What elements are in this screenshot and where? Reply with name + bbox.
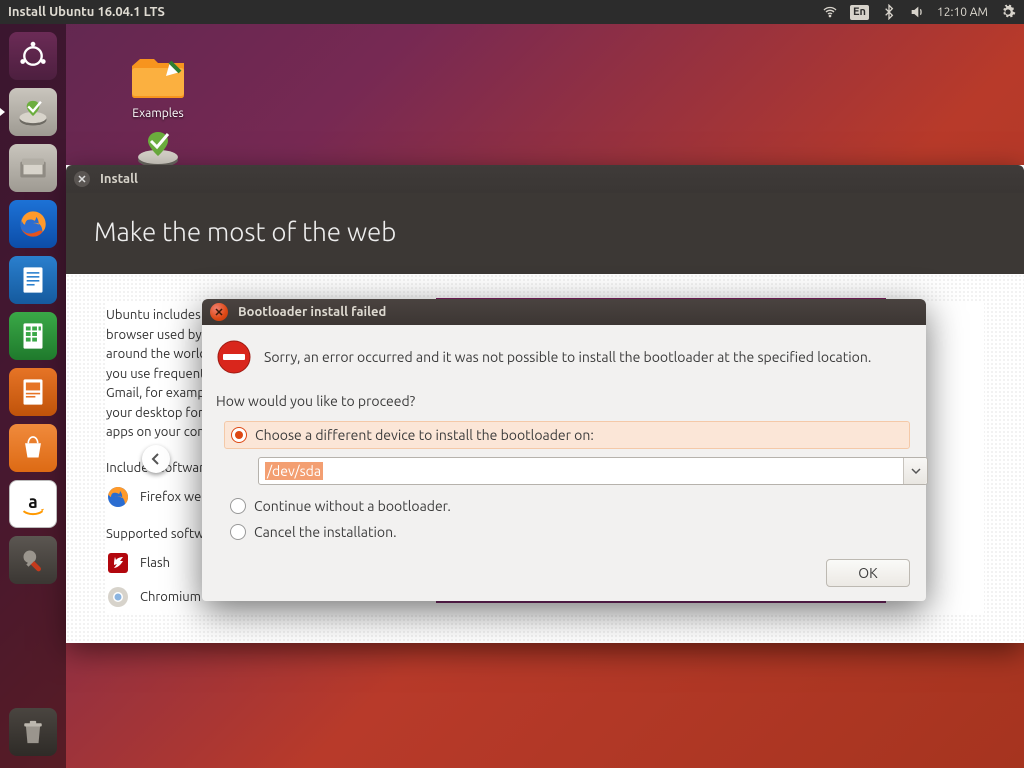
ok-button[interactable]: OK: [826, 559, 910, 587]
desktop-icon-examples[interactable]: Examples: [118, 56, 198, 120]
window-title: Install Ubuntu 16.04.1 LTS: [8, 5, 165, 19]
install-heading: Make the most of the web: [66, 193, 1024, 274]
launcher-calc[interactable]: [7, 310, 59, 362]
error-icon: [216, 339, 252, 375]
slideshow-prev-button[interactable]: [142, 445, 170, 473]
radio-label: Continue without a bootloader.: [254, 498, 451, 514]
radio-icon: [231, 427, 247, 443]
radio-group: Choose a different device to install the…: [224, 421, 910, 545]
radio-icon: [230, 498, 246, 514]
launcher-amazon[interactable]: a: [7, 478, 59, 530]
launcher-files[interactable]: [7, 142, 59, 194]
launcher-trash[interactable]: [7, 706, 59, 758]
wifi-icon[interactable]: [822, 4, 838, 20]
radio-icon: [230, 524, 246, 540]
dialog-question: How would you like to proceed?: [216, 393, 910, 409]
bootloader-device-input[interactable]: /dev/sda: [259, 458, 903, 484]
launcher-impress[interactable]: [7, 366, 59, 418]
system-tray: En 12:10 AM: [822, 4, 1016, 20]
close-icon[interactable]: [210, 303, 228, 321]
error-dialog: Bootloader install failed Sorry, an erro…: [202, 299, 926, 601]
radio-label: Cancel the installation.: [254, 524, 397, 540]
keyboard-language-indicator[interactable]: En: [850, 5, 869, 20]
launcher-firefox[interactable]: [7, 198, 59, 250]
software-name: Flash: [140, 556, 170, 570]
launcher: a: [0, 24, 66, 768]
bootloader-device-combo[interactable]: /dev/sda: [258, 457, 928, 485]
launcher-ubiquity[interactable]: [7, 86, 59, 138]
radio-continue-no-bootloader[interactable]: Continue without a bootloader.: [224, 493, 910, 519]
software-name: Chromium: [140, 590, 201, 604]
install-window-title: Install: [100, 172, 138, 186]
sound-icon[interactable]: [909, 4, 925, 20]
bluetooth-icon[interactable]: [881, 4, 897, 20]
top-panel: Install Ubuntu 16.04.1 LTS En 12:10 AM: [0, 0, 1024, 24]
radio-cancel-install[interactable]: Cancel the installation.: [224, 519, 910, 545]
dialog-title: Bootloader install failed: [238, 305, 386, 319]
svg-text:a: a: [28, 493, 37, 512]
chevron-down-icon[interactable]: [903, 458, 927, 484]
close-icon[interactable]: [74, 171, 90, 187]
launcher-dash[interactable]: [7, 30, 59, 82]
launcher-settings[interactable]: [7, 534, 59, 586]
gear-icon[interactable]: [1000, 4, 1016, 20]
clock[interactable]: 12:10 AM: [937, 6, 988, 19]
desktop-icon-label: Examples: [118, 107, 198, 120]
dialog-message: Sorry, an error occurred and it was not …: [264, 349, 871, 365]
dialog-titlebar[interactable]: Bootloader install failed: [202, 299, 926, 325]
launcher-writer[interactable]: [7, 254, 59, 306]
launcher-software[interactable]: [7, 422, 59, 474]
radio-choose-device[interactable]: Choose a different device to install the…: [224, 421, 910, 449]
install-window-titlebar[interactable]: Install: [66, 165, 1024, 193]
radio-label: Choose a different device to install the…: [255, 427, 594, 443]
